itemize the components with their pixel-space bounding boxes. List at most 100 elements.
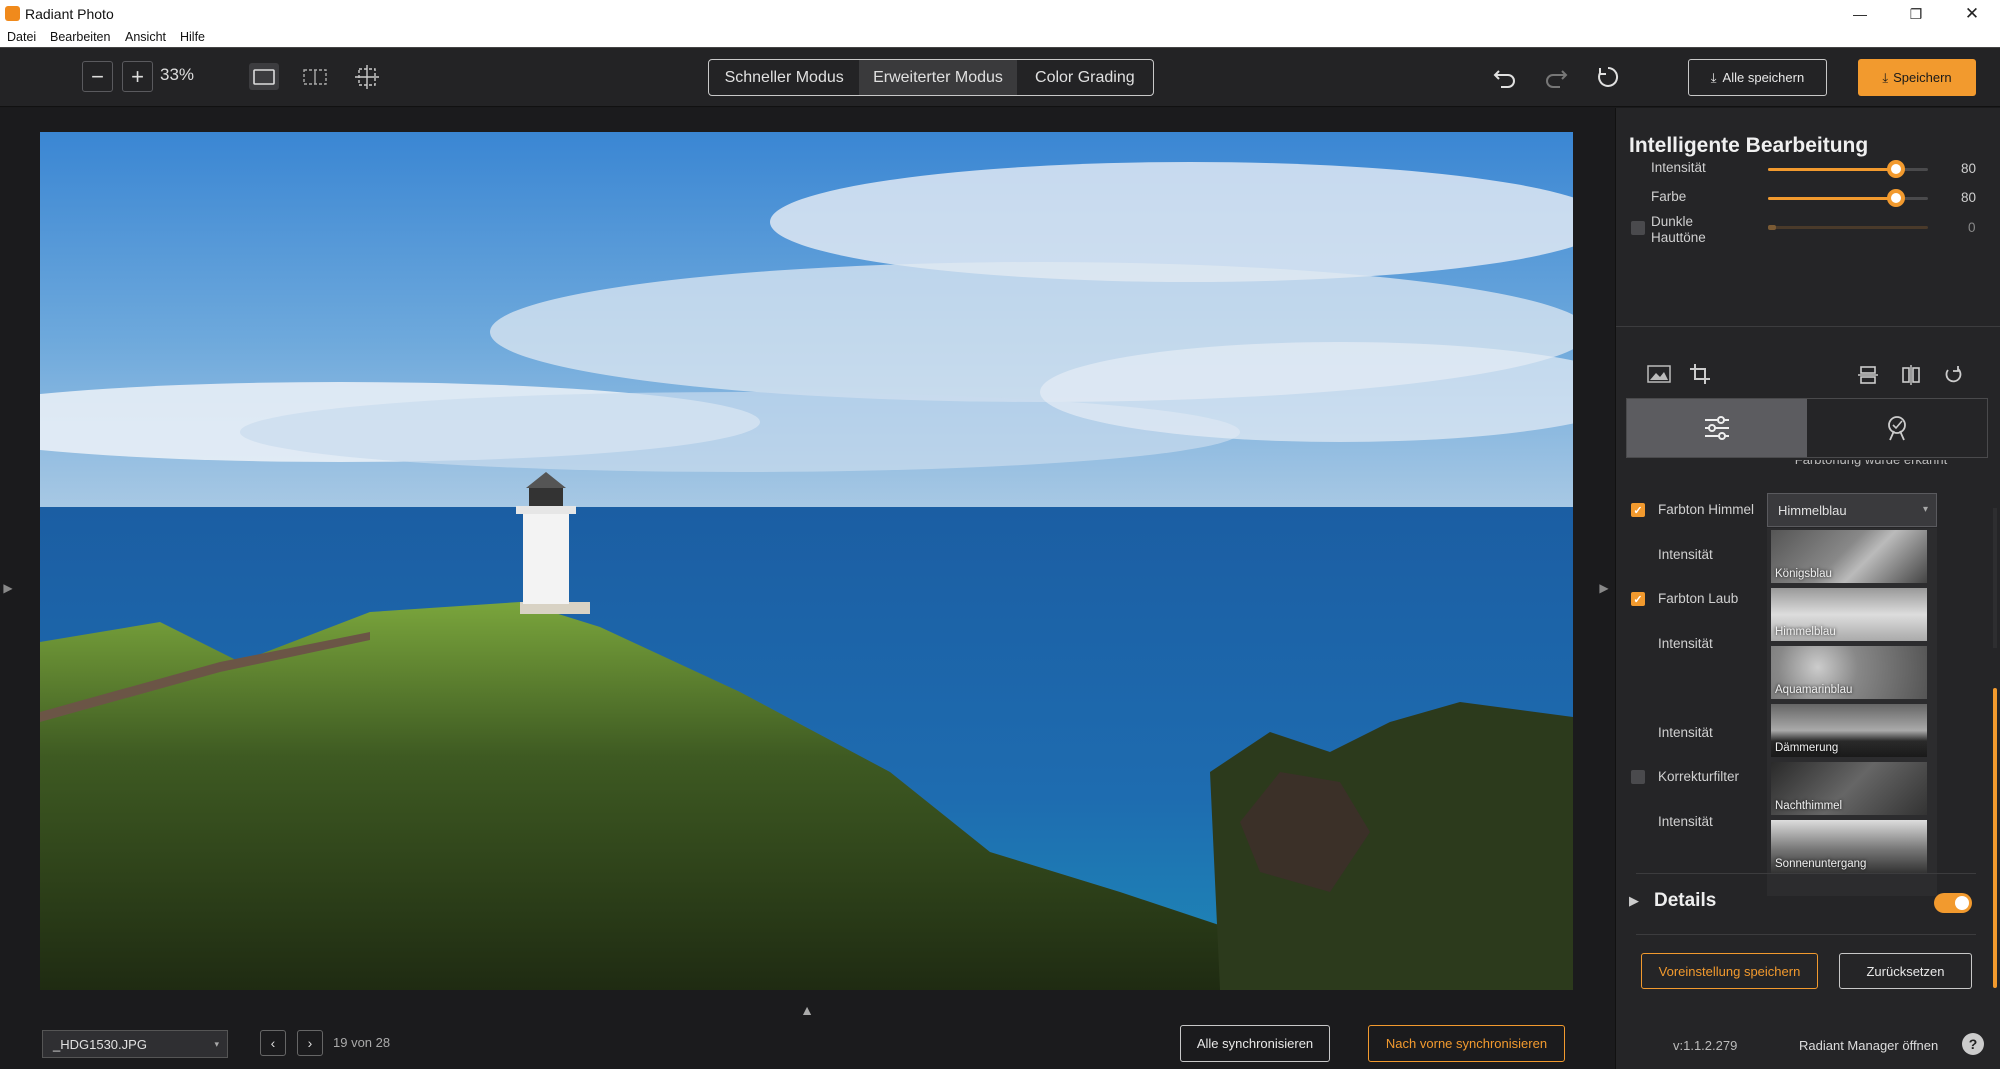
help-icon[interactable]: ? [1962, 1033, 1984, 1055]
restore-icon[interactable]: ❐ [1888, 0, 1944, 28]
mode-switcher: Schneller Modus Erweiterter Modus Color … [708, 59, 1154, 96]
minimize-icon[interactable]: — [1832, 0, 1888, 28]
close-icon[interactable]: ✕ [1944, 0, 2000, 28]
reset-icon [1598, 66, 1619, 87]
option-nachthimmel[interactable]: Nachthimmel [1771, 762, 1927, 815]
save-label: Speichern [1893, 70, 1952, 85]
reset-button[interactable]: Zurücksetzen [1839, 953, 1972, 989]
divider [1636, 934, 1976, 935]
crop-view-button[interactable] [352, 61, 382, 92]
tab-erweiterter-modus[interactable]: Erweiterter Modus [859, 60, 1017, 95]
menu-datei[interactable]: Datei [7, 30, 36, 44]
chevron-down-icon: ▾ [214, 1039, 219, 1049]
prev-image-button[interactable]: ‹ [260, 1030, 286, 1056]
slider-dunkle-hauttoene[interactable] [1768, 225, 1928, 230]
slider-farbe-label: Farbe [1651, 189, 1687, 204]
sky-tone-dropdown[interactable]: Himmelblau ▾ [1767, 493, 1937, 527]
title-bar: Radiant Photo — ❐ ✕ [0, 0, 2000, 28]
zoom-in-button[interactable]: + [122, 61, 153, 92]
dunkle-hauttoene-checkbox[interactable] [1631, 221, 1645, 235]
file-select[interactable]: _HDG1530.JPG ▾ [42, 1030, 228, 1058]
zoom-out-button[interactable]: − [82, 61, 113, 92]
panel-title: Intelligente Bearbeitung [1629, 134, 1869, 157]
slider-fill [1768, 168, 1896, 171]
reset-button[interactable] [1593, 62, 1623, 92]
flip-vertical-icon[interactable] [1856, 363, 1880, 387]
korrekturfilter-label: Korrekturfilter [1658, 769, 1740, 784]
option-daemmerung[interactable]: Dämmerung [1771, 704, 1927, 757]
slider-handle[interactable] [1887, 160, 1905, 178]
undo-button[interactable] [1490, 62, 1520, 92]
rotate-icon[interactable] [1941, 363, 1965, 387]
app-logo-icon [5, 6, 20, 21]
slider-farbe[interactable] [1768, 189, 1928, 207]
slider-intensitaet[interactable] [1768, 160, 1928, 178]
split-view-icon [303, 68, 327, 85]
divider [1616, 326, 2000, 327]
option-aquamarinblau[interactable]: Aquamarinblau [1771, 646, 1927, 699]
chevron-left-icon: ‹ [270, 1035, 276, 1051]
toolbar: − + 33% Schneller Modus Erweiterter Modu… [0, 48, 2000, 107]
zoom-level: 33% [160, 65, 195, 84]
single-view-icon [253, 68, 275, 85]
download-icon: ⤓ [1710, 69, 1717, 85]
farbton-laub-label: Farbton Laub [1658, 591, 1739, 606]
clipped-section-text: Farbtönung wurde erkannt [1756, 460, 1986, 468]
redo-icon [1546, 70, 1568, 88]
details-expand-icon[interactable]: ▶ [1629, 893, 1639, 909]
save-all-label: Alle speichern [1722, 70, 1805, 85]
sliders-icon [1705, 416, 1729, 440]
version-label: v:1.1.2.279 [1673, 1038, 1738, 1053]
split-view-button[interactable] [300, 63, 330, 90]
details-label[interactable]: Details [1654, 890, 1716, 912]
menu-ansicht[interactable]: Ansicht [125, 30, 166, 44]
landscape-photo-image [40, 132, 1573, 990]
save-all-button[interactable]: ⤓ Alle speichern [1688, 59, 1827, 96]
scrollbar[interactable] [1993, 508, 1997, 648]
sync-all-button[interactable]: Alle synchronisieren [1180, 1025, 1330, 1062]
flip-horizontal-icon[interactable] [1899, 363, 1923, 387]
next-image-button[interactable]: › [297, 1030, 323, 1056]
single-view-button[interactable] [249, 63, 279, 90]
slider-farbe-value: 80 [1961, 190, 1977, 205]
crop-icon[interactable] [1687, 361, 1713, 387]
radiant-manager-link[interactable]: Radiant Manager öffnen [1799, 1038, 1938, 1053]
bottom-bar: _HDG1530.JPG ▾ ‹ › 19 von 28 Alle synchr… [0, 1010, 1615, 1069]
option-koenigsblau[interactable]: Königsblau [1771, 530, 1927, 583]
tab-color-grading[interactable]: Color Grading [1017, 60, 1153, 95]
photo-preview[interactable] [40, 132, 1573, 990]
save-preset-button[interactable]: Voreinstellung speichern [1641, 953, 1818, 989]
slider-handle[interactable] [1887, 189, 1905, 207]
option-himmelblau[interactable]: Himmelblau [1771, 588, 1927, 641]
menu-bearbeiten[interactable]: Bearbeiten [50, 30, 110, 44]
image-icon[interactable] [1646, 363, 1672, 385]
file-select-value: _HDG1530.JPG [53, 1037, 147, 1052]
image-counter: 19 von 28 [333, 1035, 391, 1050]
divider [1636, 873, 1976, 874]
details-toggle[interactable] [1934, 893, 1972, 913]
save-button[interactable]: ⤓ Speichern [1858, 59, 1976, 96]
scrollbar-thumb[interactable] [1993, 688, 1997, 988]
option-sonnenuntergang[interactable]: Sonnenuntergang [1771, 820, 1927, 873]
intensitaet-label: Intensität [1658, 636, 1713, 651]
chevron-right-icon: › [307, 1035, 313, 1051]
menu-hilfe[interactable]: Hilfe [180, 30, 205, 44]
farbton-laub-checkbox[interactable]: ✓ [1631, 592, 1645, 606]
intensitaet-label: Intensität [1658, 814, 1713, 829]
farbton-himmel-label: Farbton Himmel [1658, 502, 1755, 517]
undo-icon [1493, 70, 1515, 88]
left-panel-toggle-icon[interactable]: ▶ [2, 578, 14, 598]
sync-forward-button[interactable]: Nach vorne synchronisieren [1368, 1025, 1565, 1062]
redo-button[interactable] [1541, 62, 1571, 92]
slider-dunkle-hauttoene-value: 0 [1968, 220, 1976, 235]
tab-portrait[interactable] [1807, 399, 1987, 457]
chevron-down-icon: ▾ [1922, 504, 1928, 515]
slider-handle[interactable] [1768, 225, 1776, 230]
farbton-himmel-checkbox[interactable]: ✓ [1631, 503, 1645, 517]
right-panel-toggle-icon[interactable]: ▶ [1598, 578, 1610, 598]
tab-schneller-modus[interactable]: Schneller Modus [709, 60, 859, 95]
tab-adjustments[interactable] [1627, 399, 1807, 457]
image-canvas: ▶ ▶ ▲ [0, 108, 1615, 1069]
intensitaet-label: Intensität [1658, 725, 1713, 740]
korrekturfilter-checkbox[interactable] [1631, 770, 1645, 784]
